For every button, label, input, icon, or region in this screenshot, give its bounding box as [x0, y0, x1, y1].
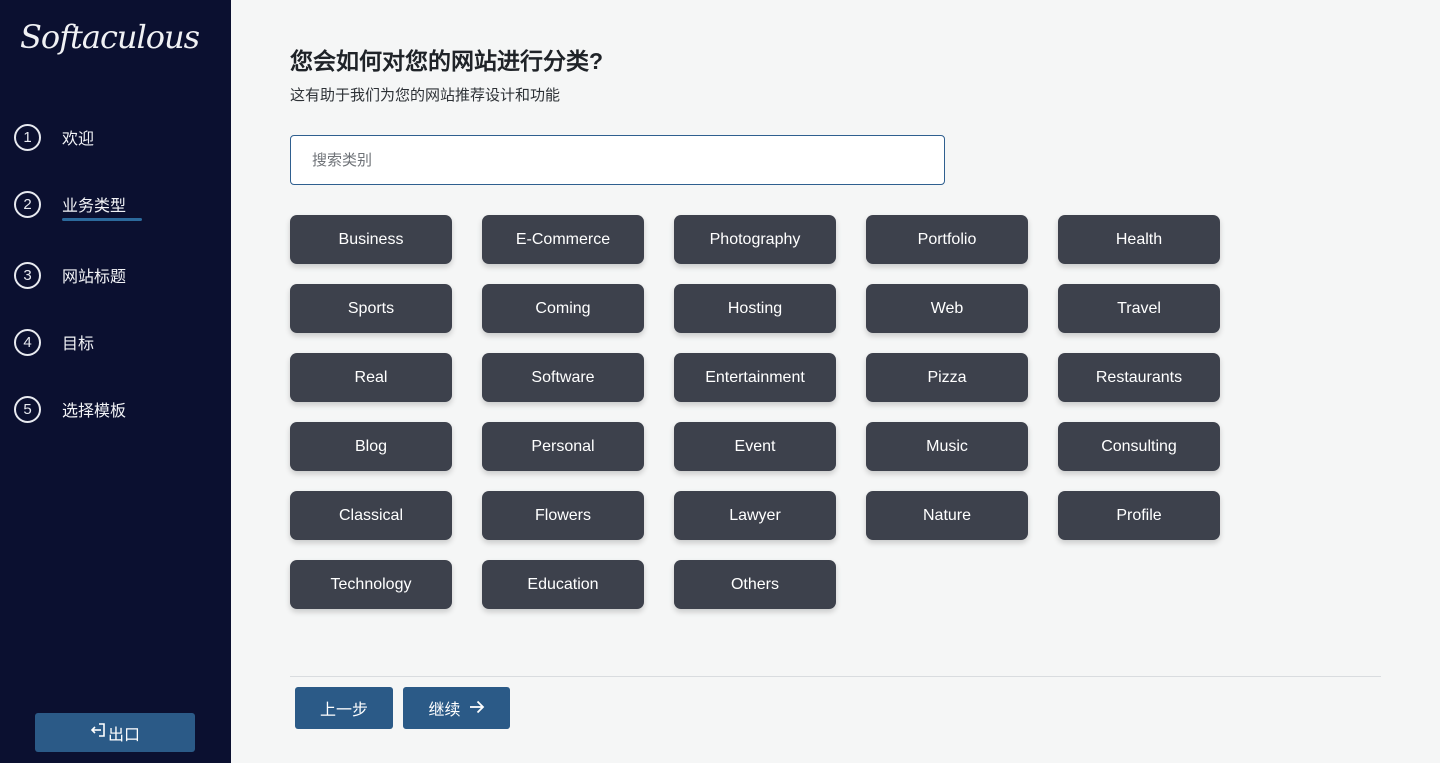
search-input[interactable]: [290, 135, 945, 185]
category-button[interactable]: E-Commerce: [482, 215, 644, 264]
continue-button[interactable]: 继续: [403, 687, 510, 729]
exit-label: 出口: [107, 726, 140, 744]
step-goals[interactable]: 4 目标: [14, 328, 94, 356]
step-welcome[interactable]: 1 欢迎: [14, 123, 94, 151]
step-label: 目标: [62, 336, 95, 353]
category-button[interactable]: Technology: [290, 560, 452, 609]
exit-button[interactable]: 出口: [35, 713, 195, 752]
category-button[interactable]: Sports: [290, 284, 452, 333]
step-label: 欢迎: [62, 131, 95, 148]
previous-step-button[interactable]: 上一步: [295, 687, 393, 729]
category-button[interactable]: Portfolio: [866, 215, 1028, 264]
active-step-indicator: [62, 218, 142, 221]
category-button[interactable]: Coming: [482, 284, 644, 333]
step-number: 5: [14, 395, 41, 423]
sign-out-icon: [90, 722, 106, 743]
category-button[interactable]: Business: [290, 215, 452, 264]
category-button[interactable]: Hosting: [674, 284, 836, 333]
page-title: 您会如何对您的网站进行分类?: [290, 48, 604, 74]
category-button[interactable]: Lawyer: [674, 491, 836, 540]
category-button[interactable]: Pizza: [866, 353, 1028, 402]
step-choose-template[interactable]: 5 选择模板: [14, 395, 126, 423]
continue-label: 继续: [428, 702, 461, 719]
sidebar: Softaculous 1 欢迎 2 业务类型 3 网站标题 4 目标 5 选择…: [0, 0, 231, 763]
category-button[interactable]: Entertainment: [674, 353, 836, 402]
category-button[interactable]: Travel: [1058, 284, 1220, 333]
category-button[interactable]: Real: [290, 353, 452, 402]
category-grid: Business E-Commerce Photography Portfoli…: [290, 215, 1230, 609]
step-number: 3: [14, 261, 41, 289]
step-label: 网站标题: [62, 269, 127, 286]
category-button[interactable]: Nature: [866, 491, 1028, 540]
category-button[interactable]: Software: [482, 353, 644, 402]
step-number: 4: [14, 328, 41, 356]
step-label: 选择模板: [62, 403, 127, 420]
category-button[interactable]: Health: [1058, 215, 1220, 264]
category-button[interactable]: Photography: [674, 215, 836, 264]
category-button[interactable]: Event: [674, 422, 836, 471]
main-content: 您会如何对您的网站进行分类? 这有助于我们为您的网站推荐设计和功能 Busine…: [231, 0, 1440, 763]
category-button[interactable]: Classical: [290, 491, 452, 540]
category-button[interactable]: Profile: [1058, 491, 1220, 540]
step-site-title[interactable]: 3 网站标题: [14, 261, 126, 289]
footer-divider: [290, 676, 1381, 677]
previous-step-label: 上一步: [319, 702, 368, 719]
category-button[interactable]: Personal: [482, 422, 644, 471]
arrow-right-icon: [469, 698, 485, 719]
step-label: 业务类型: [62, 198, 127, 215]
category-button[interactable]: Blog: [290, 422, 452, 471]
category-button[interactable]: Restaurants: [1058, 353, 1220, 402]
step-number: 2: [14, 190, 41, 218]
step-number: 1: [14, 123, 41, 151]
step-business-type[interactable]: 2 业务类型: [14, 190, 126, 218]
softaculous-logo: Softaculous: [20, 18, 200, 56]
category-button[interactable]: Consulting: [1058, 422, 1220, 471]
category-button[interactable]: Web: [866, 284, 1028, 333]
category-button[interactable]: Music: [866, 422, 1028, 471]
category-button[interactable]: Flowers: [482, 491, 644, 540]
category-button[interactable]: Education: [482, 560, 644, 609]
category-button[interactable]: Others: [674, 560, 836, 609]
page-subtitle: 这有助于我们为您的网站推荐设计和功能: [290, 87, 561, 104]
